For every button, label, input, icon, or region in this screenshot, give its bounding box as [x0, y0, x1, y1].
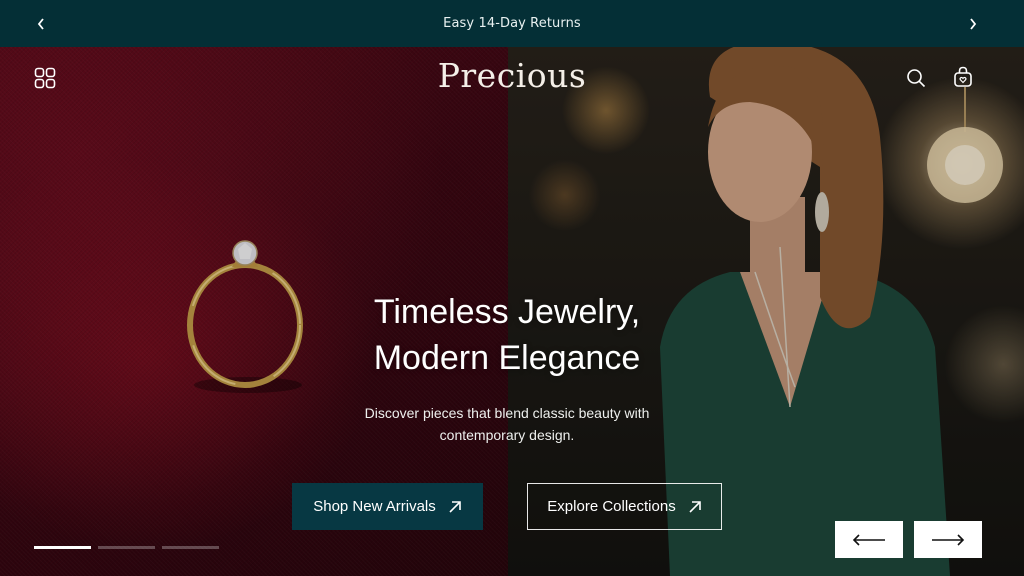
arrow-right-icon — [932, 533, 965, 546]
arrow-up-right-icon — [449, 500, 461, 513]
announcement-prev-button[interactable] — [21, 0, 61, 47]
hero-subtext-line1: Discover pieces that blend classic beaut… — [364, 405, 650, 421]
slide-indicator-2[interactable] — [98, 546, 155, 549]
hero-banner: Precious Timeless Jewelry, Modern Elegan… — [0, 47, 1024, 576]
arrow-up-right-icon — [689, 500, 701, 513]
chevron-left-icon — [37, 17, 44, 30]
shopping-bag-icon — [954, 66, 972, 87]
slide-indicators — [34, 546, 219, 549]
explore-collections-button[interactable]: Explore Collections — [527, 483, 722, 530]
cart-button[interactable] — [952, 65, 974, 89]
slide-indicator-1[interactable] — [34, 546, 91, 549]
hero-subtext-line2: contemporary design. — [439, 427, 575, 443]
announcement-next-button[interactable] — [953, 0, 993, 47]
hero-subtext: Discover pieces that blend classic beaut… — [0, 402, 1014, 446]
chevron-right-icon — [970, 17, 977, 30]
shop-new-arrivals-button[interactable]: Shop New Arrivals — [292, 483, 483, 530]
announcement-bar: Easy 14-Day Returns — [0, 0, 1024, 47]
shop-new-arrivals-label: Shop New Arrivals — [313, 498, 436, 515]
announcement-text: Easy 14-Day Returns — [443, 16, 581, 31]
search-icon — [907, 69, 926, 88]
arrow-left-icon — [852, 533, 885, 546]
hero-headline-line2: Modern Elegance — [373, 339, 641, 377]
explore-collections-label: Explore Collections — [547, 498, 676, 515]
hero-headline: Timeless Jewelry, Modern Elegance — [0, 289, 1014, 381]
hero-headline-line1: Timeless Jewelry, — [373, 293, 641, 331]
search-button[interactable] — [905, 67, 927, 89]
next-slide-button[interactable] — [914, 521, 982, 558]
slide-indicator-3[interactable] — [162, 546, 219, 549]
previous-slide-button[interactable] — [835, 521, 903, 558]
site-logo[interactable]: Precious — [0, 56, 1024, 95]
